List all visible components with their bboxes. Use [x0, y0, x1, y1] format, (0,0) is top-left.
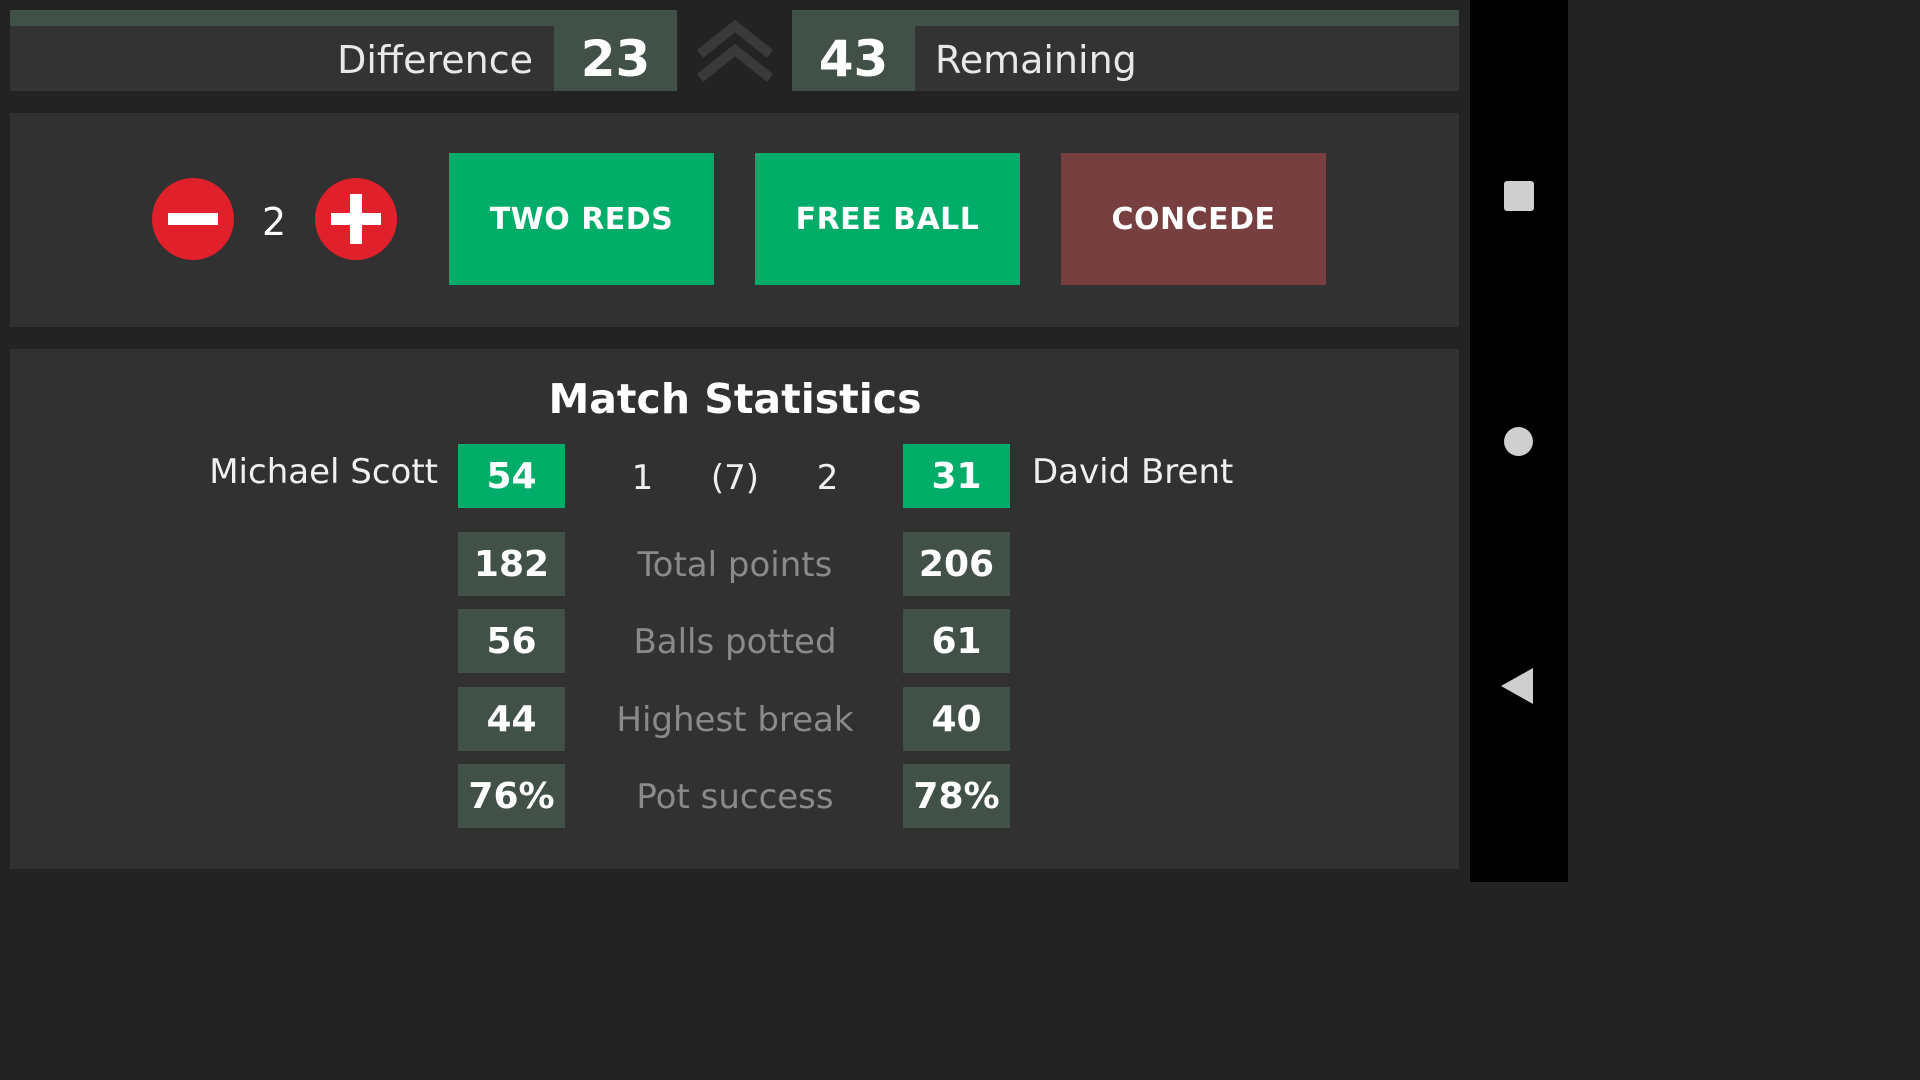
circle-icon[interactable]	[1504, 427, 1533, 456]
stat-p1-pot-success: 76%	[458, 764, 565, 828]
difference-label: Difference	[337, 38, 533, 82]
free-ball-button[interactable]: FREE BALL	[755, 153, 1020, 285]
player1-score: 54	[458, 444, 565, 508]
double-chevron-up-icon[interactable]	[694, 18, 776, 84]
remaining-panel: 43 Remaining	[792, 10, 1459, 91]
player2-name: David Brent	[1032, 452, 1234, 492]
remaining-value: 43	[792, 26, 915, 91]
stat-p2-highest-break: 40	[903, 687, 1010, 751]
back-triangle-icon[interactable]	[1501, 668, 1533, 704]
stat-p1-total-points: 182	[458, 532, 565, 596]
concede-button[interactable]: CONCEDE	[1061, 153, 1326, 285]
stat-p2-balls-potted: 61	[903, 609, 1010, 673]
foul-count: 2	[262, 200, 287, 244]
player1-frames: 1	[631, 458, 654, 498]
stat-label-pot-success: Pot success	[636, 777, 834, 817]
stats-title: Match Statistics	[548, 375, 922, 423]
remaining-label: Remaining	[935, 38, 1137, 82]
minus-icon	[168, 213, 218, 225]
stat-p1-highest-break: 44	[458, 687, 565, 751]
player2-score: 31	[903, 444, 1010, 508]
plus-icon	[350, 194, 362, 244]
stat-p2-pot-success: 78%	[903, 764, 1010, 828]
total-frames: (7)	[710, 458, 760, 498]
difference-panel: Difference 23	[10, 10, 677, 91]
stat-label-highest-break: Highest break	[616, 700, 854, 740]
remaining-stripe	[792, 10, 1459, 26]
two-reds-button[interactable]: TWO REDS	[449, 153, 714, 285]
player2-frames: 2	[816, 458, 839, 498]
stat-label-total-points: Total points	[637, 545, 833, 585]
difference-stripe	[10, 10, 677, 26]
stat-label-balls-potted: Balls potted	[633, 622, 837, 662]
difference-value: 23	[554, 26, 677, 91]
decrement-button[interactable]	[152, 178, 234, 260]
player1-name: Michael Scott	[209, 452, 438, 492]
frame-score: 1 (7) 2	[600, 458, 870, 498]
increment-button[interactable]	[315, 178, 397, 260]
stat-p2-total-points: 206	[903, 532, 1010, 596]
square-icon[interactable]	[1504, 181, 1534, 211]
stat-p1-balls-potted: 56	[458, 609, 565, 673]
